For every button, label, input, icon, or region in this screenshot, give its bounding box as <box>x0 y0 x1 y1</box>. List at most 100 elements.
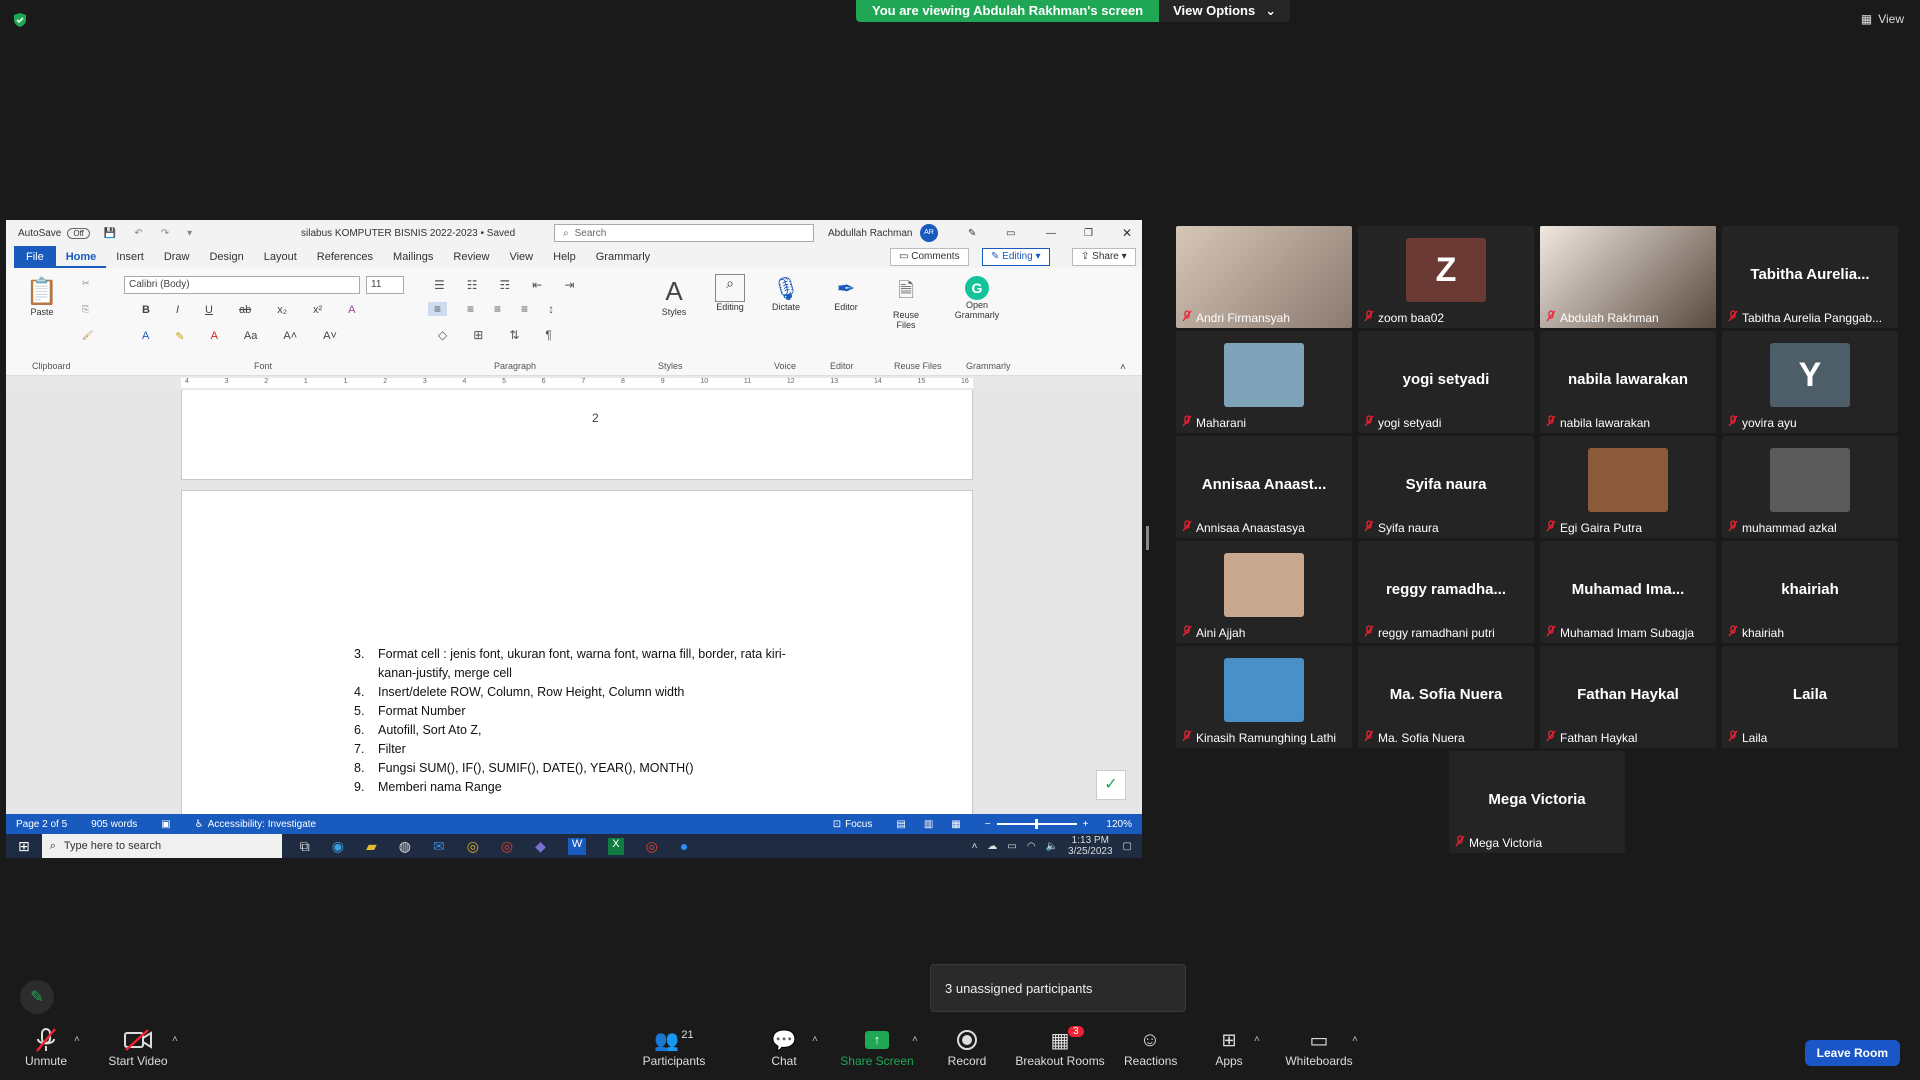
shading-icon[interactable]: ◇ <box>438 328 447 342</box>
tab-mailings[interactable]: Mailings <box>383 246 443 268</box>
italic-icon[interactable]: I <box>176 304 179 316</box>
strikethrough-icon[interactable]: ab <box>239 304 251 316</box>
editing-button[interactable]: ⌕ Editing <box>708 274 752 312</box>
clock[interactable]: 1:13 PM 3/25/2023 <box>1068 835 1113 857</box>
format-painter-icon[interactable]: 🖌 <box>82 330 93 341</box>
zoom-level[interactable]: 120% <box>1106 819 1132 830</box>
minimize-icon[interactable]: — <box>1046 228 1056 239</box>
decrease-indent-icon[interactable]: ⇤ <box>532 278 542 292</box>
focus-button[interactable]: Focus <box>845 819 872 830</box>
participant-tile[interactable]: muhammad azkal <box>1722 436 1898 538</box>
reuse-files-button[interactable]: 🗎 Reuse Files <box>884 276 928 330</box>
apps-options-chevron-icon[interactable]: ˄ <box>1254 1034 1260 1045</box>
share-screen-button[interactable]: ↑ Share Screen <box>840 1026 914 1068</box>
autosave-toggle[interactable]: Off <box>67 227 90 239</box>
participant-tile[interactable]: Yyovira ayu <box>1722 331 1898 433</box>
participant-tile[interactable]: nabila lawarakan nabila lawarakan <box>1540 331 1716 433</box>
whiteboard-options-chevron-icon[interactable]: ˄ <box>1352 1034 1358 1045</box>
bullets-icon[interactable]: ☰ <box>434 278 445 292</box>
tab-references[interactable]: References <box>307 246 383 268</box>
notifications-icon[interactable]: ▢ <box>1123 841 1132 852</box>
participant-tile[interactable]: khairiah khairiah <box>1722 541 1898 643</box>
onedrive-icon[interactable]: ☁ <box>987 841 997 852</box>
video-options-chevron-icon[interactable]: ˄ <box>172 1034 178 1045</box>
tab-home[interactable]: Home <box>55 246 107 268</box>
participants-button[interactable]: 👥 21 Participants <box>638 1026 710 1068</box>
superscript-icon[interactable]: x² <box>313 304 322 316</box>
reactions-button[interactable]: ☺ Reactions <box>1124 1026 1177 1069</box>
accessibility-status[interactable]: Accessibility: Investigate <box>208 819 316 830</box>
edge-icon[interactable]: ◉ <box>332 838 344 855</box>
styles-button[interactable]: A Styles <box>654 276 694 317</box>
unassigned-participants-notice[interactable]: 3 unassigned participants <box>930 964 1186 1012</box>
participant-tile[interactable]: Fathan Haykal Fathan Haykal <box>1540 646 1716 748</box>
highlight-icon[interactable]: ✎ <box>175 330 184 343</box>
zoom-app-icon[interactable]: ● <box>680 838 688 855</box>
chrome-icon[interactable]: ◎ <box>467 838 479 855</box>
document-title[interactable]: silabus KOMPUTER BISNIS 2022-2023 • Save… <box>301 228 515 239</box>
start-video-button[interactable]: Start Video <box>106 1026 170 1068</box>
view-options-button[interactable]: View Options ⌄ <box>1159 0 1291 22</box>
windows-start-icon[interactable]: ⊞ <box>18 838 30 855</box>
tab-layout[interactable]: Layout <box>254 246 307 268</box>
unmute-button[interactable]: Unmute <box>22 1026 70 1068</box>
split-view-handle[interactable] <box>1146 526 1149 550</box>
copy-icon[interactable]: ⎘ <box>82 304 89 315</box>
word-icon[interactable]: W <box>567 837 587 855</box>
app-icon[interactable]: ◍ <box>399 838 411 855</box>
breakout-rooms-button[interactable]: ▦ 3 Breakout Rooms <box>1012 1026 1108 1068</box>
task-view-icon[interactable]: ⧉ <box>300 838 310 855</box>
paste-button[interactable]: 📋 Paste <box>22 276 62 317</box>
bold-icon[interactable]: B <box>142 304 150 316</box>
participant-tile[interactable]: Kinasih Ramunghing Lathi <box>1176 646 1352 748</box>
teams-icon[interactable]: ◆ <box>535 838 546 855</box>
tab-view[interactable]: View <box>499 246 543 268</box>
audio-options-chevron-icon[interactable]: ˄ <box>74 1034 80 1045</box>
mail-icon[interactable]: ✉ <box>433 838 445 855</box>
web-layout-icon[interactable]: ▦ <box>951 819 960 830</box>
chrome-profile-icon[interactable]: ◎ <box>646 838 658 855</box>
user-avatar[interactable]: AR <box>920 224 938 242</box>
align-center-icon[interactable]: ≡ <box>467 302 474 316</box>
zoom-out-icon[interactable]: − <box>985 819 991 830</box>
share-button[interactable]: ⇪ Share ▾ <box>1072 248 1136 266</box>
grammarly-check-icon[interactable]: ✓ <box>1096 770 1126 800</box>
whiteboards-button[interactable]: ▭ Whiteboards <box>1284 1026 1354 1069</box>
zoom-in-icon[interactable]: + <box>1083 819 1089 830</box>
chat-options-chevron-icon[interactable]: ˄ <box>812 1034 818 1045</box>
tray-chevron-icon[interactable]: ˄ <box>972 841 978 852</box>
open-grammarly-button[interactable]: G Open Grammarly <box>950 276 1004 320</box>
chat-button[interactable]: 💬 Chat <box>766 1026 802 1069</box>
sort-icon[interactable]: ⇅ <box>509 328 519 342</box>
tab-review[interactable]: Review <box>443 246 499 268</box>
justify-icon[interactable]: ≡ <box>521 302 528 316</box>
cut-icon[interactable]: ✂ <box>82 278 90 289</box>
participant-tile[interactable]: Aini Ajjah <box>1176 541 1352 643</box>
participant-tile[interactable]: Laila Laila <box>1722 646 1898 748</box>
chrome-alt-icon[interactable]: ◎ <box>501 838 513 855</box>
excel-icon[interactable]: X <box>608 837 624 855</box>
word-count[interactable]: 905 words <box>91 819 137 830</box>
line-spacing-icon[interactable]: ↕ <box>548 302 554 316</box>
annotate-button[interactable]: ✎ <box>20 980 54 1014</box>
save-icon[interactable]: 💾 <box>104 228 116 239</box>
proofing-icon[interactable]: ▣ <box>161 819 170 830</box>
subscript-icon[interactable]: x₂ <box>277 304 287 316</box>
tab-file[interactable]: File <box>14 246 56 268</box>
read-mode-icon[interactable]: ▤ <box>896 819 905 830</box>
clear-format-icon[interactable]: A <box>348 304 355 316</box>
participant-tile[interactable]: Syifa naura Syifa naura <box>1358 436 1534 538</box>
grow-font-icon[interactable]: A˄ <box>283 330 297 343</box>
zoom-thumb[interactable] <box>1034 819 1038 829</box>
comments-button[interactable]: ▭ Comments <box>890 248 969 266</box>
tab-help[interactable]: Help <box>543 246 586 268</box>
battery-icon[interactable]: ▭ <box>1007 841 1016 852</box>
show-marks-icon[interactable]: ¶ <box>545 328 551 342</box>
participant-tile[interactable]: Andri Firmansyah <box>1176 226 1352 328</box>
file-explorer-icon[interactable]: ▰ <box>366 838 377 855</box>
restore-icon[interactable]: ❐ <box>1084 228 1093 239</box>
participant-tile[interactable]: yogi setyadi yogi setyadi <box>1358 331 1534 433</box>
editing-mode-button[interactable]: ✎ Editing ▾ <box>982 248 1050 266</box>
change-case-icon[interactable]: Aa <box>244 330 257 343</box>
undo-icon[interactable]: ↶ <box>134 228 142 239</box>
